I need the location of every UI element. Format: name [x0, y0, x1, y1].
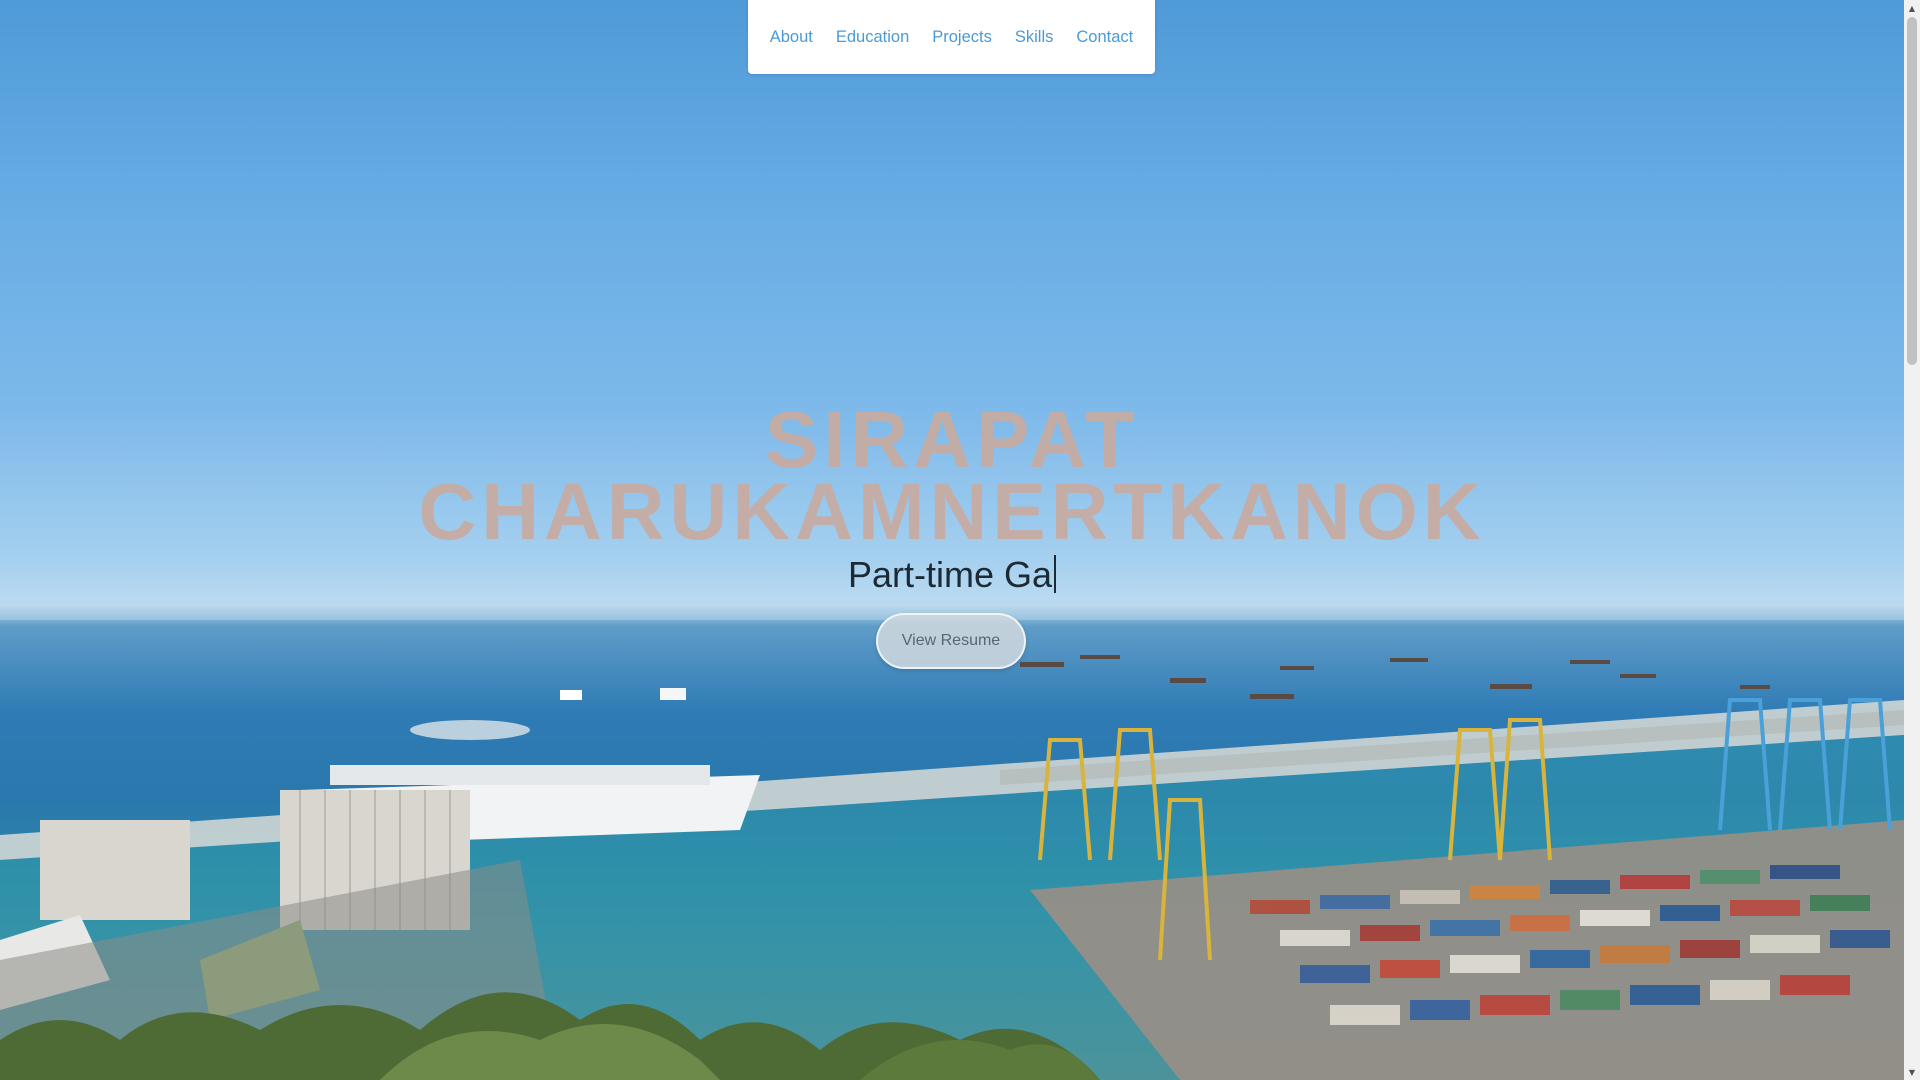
vertical-scrollbar[interactable]: ▲ ▼: [1904, 0, 1920, 1080]
hero-title-line-first-name: SIRAPAT: [764, 395, 1140, 484]
typed-role-text: Part-time Ga: [847, 554, 1053, 595]
triangle-up-icon[interactable]: ▲: [1904, 0, 1920, 16]
nav-link-education[interactable]: Education: [836, 29, 909, 46]
nav-link-projects[interactable]: Projects: [932, 29, 992, 46]
scrollbar-thumb[interactable]: [1907, 17, 1917, 365]
top-navigation: About Education Projects Skills Contact: [748, 0, 1155, 74]
nav-link-about[interactable]: About: [770, 29, 813, 46]
page: About Education Projects Skills Contact …: [0, 0, 1920, 1080]
view-resume-button[interactable]: View Resume: [876, 613, 1026, 669]
typing-cursor: [1054, 555, 1057, 593]
typed-role-subtitle: Part-time Ga: [0, 553, 1904, 597]
nav-link-skills[interactable]: Skills: [1015, 29, 1054, 46]
hero-name-title: SIRAPAT CHARUKAMNERTKANOK: [0, 395, 1904, 556]
triangle-down-icon[interactable]: ▼: [1904, 1064, 1920, 1080]
nav-link-contact[interactable]: Contact: [1076, 29, 1133, 46]
hero-title-line-last-name: CHARUKAMNERTKANOK: [418, 467, 1486, 556]
